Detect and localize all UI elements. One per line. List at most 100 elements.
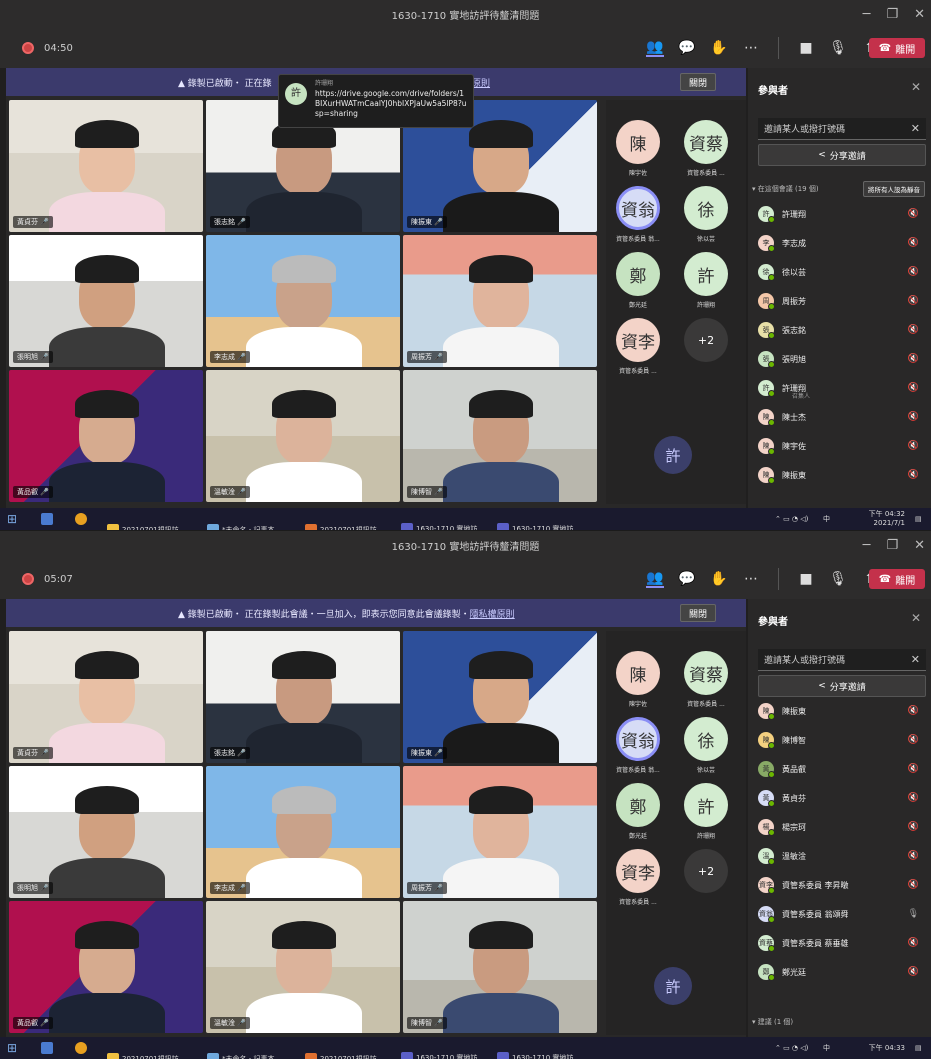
start-icon[interactable]: ⊞: [4, 508, 20, 530]
mic-muted-icon[interactable]: 🔇: [908, 764, 919, 774]
mic-muted-icon[interactable]: 🔇: [908, 706, 919, 716]
participant-row[interactable]: 黃黃品叡 🔇: [758, 759, 923, 779]
taskbar-app[interactable]: 1630-1710 實地訪...: [494, 519, 583, 530]
taskbar-app[interactable]: 20210701視訊訪...: [104, 1048, 188, 1059]
video-tile[interactable]: 黃品叡 🎤: [9, 901, 203, 1033]
roster-avatar[interactable]: +2: [684, 849, 728, 893]
camera-off-icon[interactable]: ■: [797, 39, 815, 57]
banner-close-button[interactable]: 關閉: [680, 73, 716, 91]
roster-avatar[interactable]: 陳: [616, 651, 660, 695]
tooltip-url[interactable]: https://drive.google.com/drive/folders/1…: [315, 89, 467, 119]
video-tile[interactable]: 黃品叡 🎤: [9, 370, 203, 502]
mic-muted-icon[interactable]: 🎙: [829, 39, 847, 57]
taskbar-app[interactable]: *未命名 - 記事本: [204, 1048, 277, 1059]
roster-avatar[interactable]: 資李: [616, 849, 660, 893]
system-clock[interactable]: 下午 04:32 2021/7/1: [869, 510, 905, 528]
participant-row[interactable]: 溫溫敏淦 🔇: [758, 846, 923, 866]
participant-row[interactable]: 許許珊翔 🔇: [758, 204, 923, 224]
mic-muted-icon[interactable]: 🔇: [908, 967, 919, 977]
reactions-icon[interactable]: ✋: [710, 570, 728, 588]
invite-input[interactable]: 邀請某人或撥打號碼 ✕: [758, 118, 926, 140]
taskbar-app[interactable]: 20210701視訊訪...: [302, 519, 386, 530]
participants-icon[interactable]: 👥: [646, 39, 664, 57]
roster-avatar[interactable]: 徐: [684, 186, 728, 230]
chat-tooltip[interactable]: 許 許珊翔 https://drive.google.com/drive/fol…: [278, 74, 474, 128]
share-invite-button[interactable]: < 分享邀請: [758, 675, 926, 697]
maximize-icon[interactable]: ❐: [886, 7, 898, 22]
leave-button[interactable]: ☎ 離開: [869, 38, 925, 58]
video-tile[interactable]: 溫敏淦 🎤: [206, 370, 400, 502]
participant-row[interactable]: 陳陳宇佐 🔇: [758, 436, 923, 456]
chrome-icon[interactable]: [72, 1037, 90, 1059]
participant-row[interactable]: 周周振芳 🔇: [758, 291, 923, 311]
start-icon[interactable]: ⊞: [4, 1037, 20, 1059]
participant-row[interactable]: 李李志成 🔇: [758, 233, 923, 253]
mic-muted-icon[interactable]: 🔇: [908, 441, 919, 451]
camera-off-icon[interactable]: ■: [797, 570, 815, 588]
notification-icon[interactable]: ▤: [912, 1037, 925, 1059]
participant-row[interactable]: 資翁 資管系委員 翁頌舜 🎙: [758, 904, 923, 924]
invite-input[interactable]: 邀請某人或撥打號碼 ✕: [758, 649, 926, 671]
people-app-icon[interactable]: [38, 508, 56, 530]
participant-row[interactable]: 資蔡 資管系委員 蔡垂雄 🔇: [758, 933, 923, 953]
mute-all-button[interactable]: 將所有人設為靜音: [863, 181, 925, 197]
participant-row[interactable]: 資李 資管系委員 李昇暾 🔇: [758, 875, 923, 895]
video-tile[interactable]: 陳博智 🎤: [403, 901, 597, 1033]
participant-row[interactable]: 鄭鄭光廷 🔇: [758, 962, 923, 982]
system-tray-icons[interactable]: ⌃ ▭ ◔ ◁): [772, 508, 811, 530]
leave-button[interactable]: ☎ 離開: [869, 569, 925, 589]
roster-avatar[interactable]: 資蔡: [684, 120, 728, 164]
video-tile[interactable]: 溫敏淦 🎤: [206, 901, 400, 1033]
maximize-icon[interactable]: ❐: [886, 538, 898, 553]
mic-muted-icon[interactable]: 🔇: [908, 851, 919, 861]
video-tile[interactable]: 黃貞芬 🎤: [9, 631, 203, 763]
in-meeting-section[interactable]: ▾ 在這個會議 (19 個): [752, 184, 819, 194]
mic-muted-icon[interactable]: 🔇: [908, 267, 919, 277]
taskbar-app[interactable]: 1630-1710 實地訪...: [398, 519, 487, 530]
roster-avatar[interactable]: 資翁: [616, 186, 660, 230]
mic-muted-icon[interactable]: 🔇: [908, 880, 919, 890]
participants-icon[interactable]: 👥: [646, 570, 664, 588]
video-tile[interactable]: 黃貞芬 🎤: [9, 100, 203, 232]
mic-muted-icon[interactable]: 🔇: [908, 325, 919, 335]
people-app-icon[interactable]: [38, 1037, 56, 1059]
video-tile[interactable]: 周振芳 🎤: [403, 766, 597, 898]
more-actions-icon[interactable]: ⋯: [742, 39, 760, 57]
participant-row[interactable]: 黃黃貞芬 🔇: [758, 788, 923, 808]
participant-row[interactable]: 張張明旭 🔇: [758, 349, 923, 369]
banner-close-button[interactable]: 關閉: [680, 604, 716, 622]
share-invite-button[interactable]: < 分享邀請: [758, 144, 926, 166]
roster-avatar[interactable]: +2: [684, 318, 728, 362]
video-tile[interactable]: 周振芳 🎤: [403, 235, 597, 367]
privacy-link[interactable]: 隱私權原則: [470, 610, 515, 620]
close-window-icon[interactable]: ✕: [914, 538, 925, 553]
clear-input-icon[interactable]: ✕: [911, 653, 920, 666]
participant-row[interactable]: 陳陳振東 🔇: [758, 701, 923, 721]
reactions-icon[interactable]: ✋: [710, 39, 728, 57]
taskbar-app[interactable]: 1630-1710 實地訪...: [494, 1048, 583, 1059]
participant-row[interactable]: 陳陳士杰 🔇: [758, 407, 923, 427]
ime-indicator[interactable]: 中: [820, 508, 833, 530]
participant-row[interactable]: 陳陳振東 🔇: [758, 465, 923, 485]
roster-avatar[interactable]: 陳: [616, 120, 660, 164]
notification-icon[interactable]: ▤: [912, 508, 925, 530]
mic-muted-icon[interactable]: 🔇: [908, 470, 919, 480]
mic-muted-icon[interactable]: 🔇: [908, 296, 919, 306]
roster-avatar[interactable]: 資翁: [616, 717, 660, 761]
taskbar-app[interactable]: 1630-1710 實地訪...: [398, 1048, 487, 1059]
video-tile[interactable]: 張明旭 🎤: [9, 235, 203, 367]
system-clock[interactable]: 下午 04:33: [869, 1044, 905, 1053]
panel-close-icon[interactable]: ✕: [911, 80, 921, 94]
mic-muted-icon[interactable]: 🎙: [829, 570, 847, 588]
participant-row[interactable]: 張張志銘 🔇: [758, 320, 923, 340]
suggestions-section[interactable]: ▾ 建議 (1 個): [752, 1017, 793, 1027]
ime-indicator[interactable]: 中: [820, 1037, 833, 1059]
video-tile[interactable]: 陳振東 🎤: [403, 631, 597, 763]
mic-muted-icon[interactable]: 🔇: [908, 238, 919, 248]
taskbar-app[interactable]: 20210701視訊訪...: [104, 519, 188, 530]
video-tile[interactable]: 張明旭 🎤: [9, 766, 203, 898]
mic-muted-icon[interactable]: 🎙: [908, 909, 919, 919]
mic-muted-icon[interactable]: 🔇: [908, 822, 919, 832]
roster-avatar[interactable]: 鄭: [616, 252, 660, 296]
roster-avatar[interactable]: 徐: [684, 717, 728, 761]
